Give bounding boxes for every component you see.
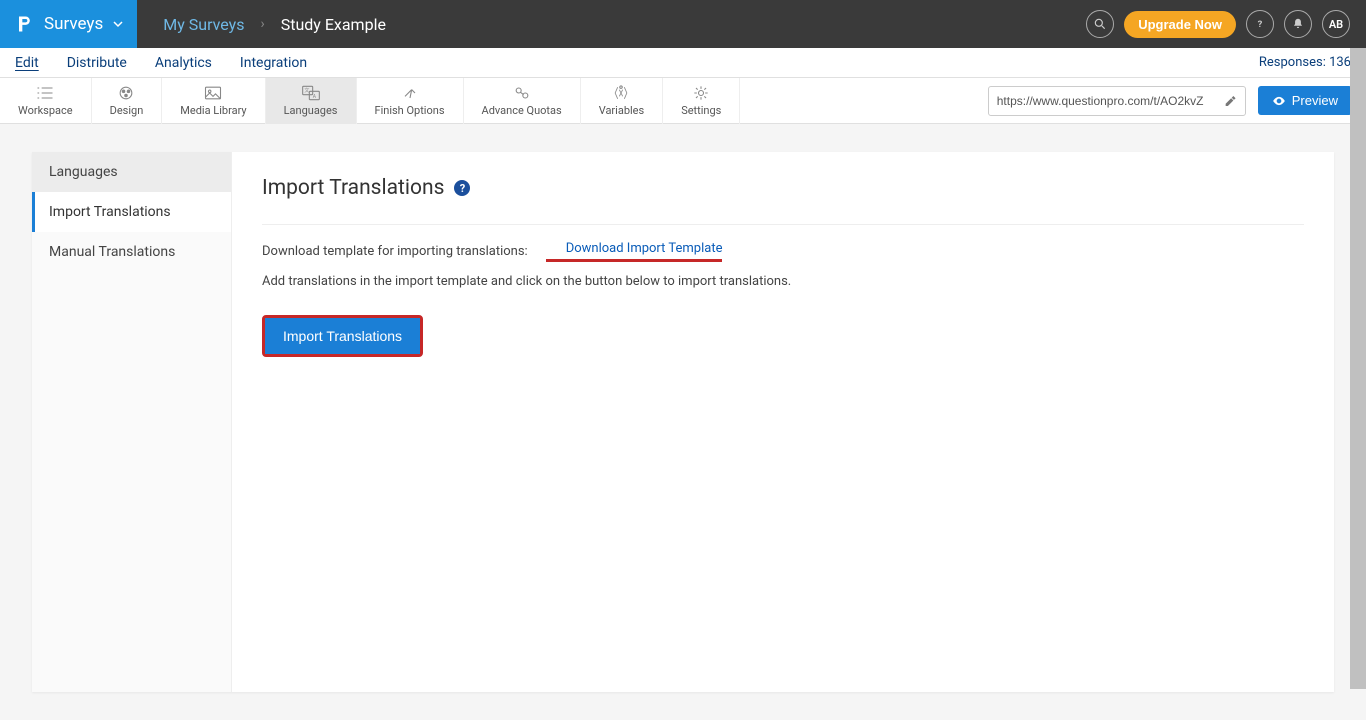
search-icon <box>1093 17 1107 31</box>
chevron-right-icon: › <box>260 16 264 32</box>
sidebar-item-manual[interactable]: Manual Translations <box>32 232 231 272</box>
media-icon <box>203 84 223 102</box>
scrollbar[interactable] <box>1350 48 1366 689</box>
divider <box>262 224 1304 225</box>
download-row: Download template for importing translat… <box>262 241 1304 262</box>
tool-settings[interactable]: Settings <box>663 78 740 124</box>
tool-finish[interactable]: Finish Options <box>357 78 464 124</box>
eye-icon <box>1272 94 1286 108</box>
page-title: Import Translations ? <box>262 176 1304 200</box>
instruction-text: Add translations in the import template … <box>262 274 1304 289</box>
breadcrumb-parent[interactable]: My Surveys <box>163 15 244 34</box>
content-area: Languages Import Translations Manual Tra… <box>0 124 1366 720</box>
app-switcher[interactable]: Surveys <box>0 0 137 48</box>
tool-media[interactable]: Media Library <box>162 78 265 124</box>
languages-icon: 文A <box>301 84 321 102</box>
finish-icon <box>400 84 420 102</box>
logo-icon <box>14 14 34 34</box>
languages-sidebar: Languages Import Translations Manual Tra… <box>32 152 232 692</box>
tool-languages[interactable]: 文A Languages <box>266 78 357 124</box>
notifications-button[interactable] <box>1284 10 1312 38</box>
tab-edit[interactable]: Edit <box>15 50 39 76</box>
bell-icon <box>1291 17 1305 31</box>
search-button[interactable] <box>1086 10 1114 38</box>
main-tabs: Edit Distribute Analytics Integration Re… <box>0 48 1366 78</box>
import-button-highlight: Import Translations <box>262 315 423 357</box>
tool-design[interactable]: Design <box>92 78 163 124</box>
tool-quotas[interactable]: Advance Quotas <box>464 78 581 124</box>
responses-count[interactable]: Responses: 136 <box>1259 55 1351 70</box>
survey-url-input[interactable] <box>997 94 1224 108</box>
import-translations-button[interactable]: Import Translations <box>265 318 420 354</box>
avatar[interactable]: AB <box>1322 10 1350 38</box>
download-prompt: Download template for importing translat… <box>262 244 528 259</box>
svg-text:?: ? <box>1258 19 1263 30</box>
edit-icon[interactable] <box>1224 94 1237 108</box>
scrollbar-thumb[interactable] <box>1350 48 1366 689</box>
help-icon[interactable]: ? <box>454 180 470 196</box>
workspace-icon <box>35 84 55 102</box>
main-content: Import Translations ? Download template … <box>232 152 1334 692</box>
help-button[interactable]: ? <box>1246 10 1274 38</box>
app-name: Surveys <box>44 14 103 34</box>
panel: Languages Import Translations Manual Tra… <box>32 152 1334 692</box>
chevron-down-icon <box>113 19 123 29</box>
svg-text:A: A <box>312 94 316 100</box>
tool-variables[interactable]: Variables <box>581 78 664 124</box>
tab-integration[interactable]: Integration <box>240 50 307 76</box>
edit-toolbar: Workspace Design Media Library 文A Langua… <box>0 78 1366 124</box>
upgrade-button[interactable]: Upgrade Now <box>1124 11 1236 38</box>
sidebar-item-languages[interactable]: Languages <box>32 152 231 192</box>
question-icon: ? <box>1253 17 1267 31</box>
svg-text:文: 文 <box>304 87 309 94</box>
breadcrumb: My Surveys › Study Example <box>163 15 386 34</box>
settings-icon <box>691 84 711 102</box>
header-actions: Upgrade Now ? AB <box>1086 10 1366 38</box>
sidebar-item-import[interactable]: Import Translations <box>32 192 231 232</box>
download-icon <box>546 242 560 256</box>
tool-workspace[interactable]: Workspace <box>0 78 92 124</box>
tab-distribute[interactable]: Distribute <box>67 50 127 76</box>
breadcrumb-current: Study Example <box>281 15 386 34</box>
download-template-link[interactable]: Download Import Template <box>546 241 723 262</box>
top-header: Surveys My Surveys › Study Example Upgra… <box>0 0 1366 48</box>
design-icon <box>116 84 136 102</box>
tab-analytics[interactable]: Analytics <box>155 50 212 76</box>
quotas-icon <box>512 84 532 102</box>
preview-button[interactable]: Preview <box>1258 86 1352 115</box>
survey-url-box <box>988 86 1246 116</box>
variables-icon <box>611 84 631 102</box>
